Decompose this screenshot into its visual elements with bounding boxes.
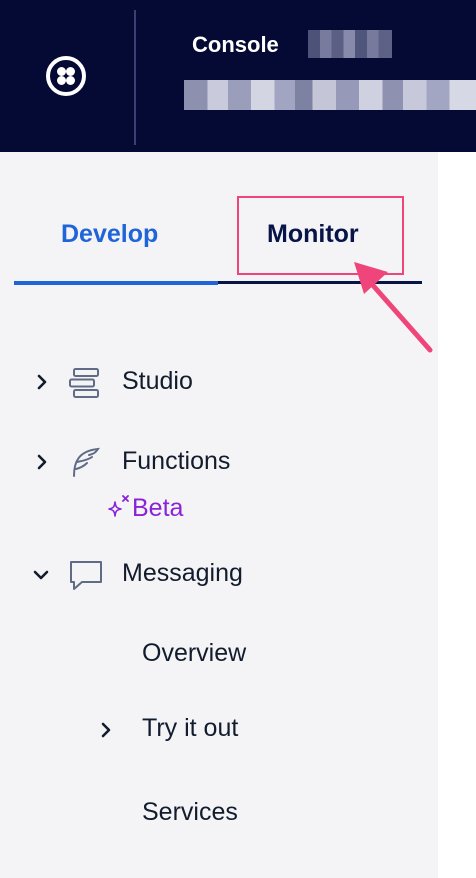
- pointer-arrow-icon: [354, 262, 433, 353]
- beta-label: Beta: [132, 494, 184, 522]
- nav-item-messaging[interactable]: Messaging: [122, 559, 243, 588]
- chevron-down-icon[interactable]: [33, 567, 49, 583]
- twilio-logo-icon[interactable]: [46, 56, 86, 96]
- nav-item-studio[interactable]: Studio: [122, 367, 193, 396]
- sub-item-try-it-out[interactable]: Try it out: [142, 714, 238, 743]
- tab-develop-underline: [14, 281, 218, 285]
- nav-item-functions[interactable]: Functions: [122, 447, 230, 476]
- sub-item-overview[interactable]: Overview: [142, 639, 246, 668]
- top-bar: Console: [0, 0, 476, 152]
- studio-icon: [69, 368, 99, 398]
- console-title[interactable]: Console: [192, 32, 279, 58]
- redacted-account-name: [308, 30, 392, 58]
- tab-develop[interactable]: Develop: [61, 220, 158, 249]
- redacted-account-sid: [184, 80, 476, 110]
- sub-item-services[interactable]: Services: [142, 798, 238, 827]
- chevron-right-icon[interactable]: [98, 722, 114, 738]
- chevron-right-icon[interactable]: [34, 454, 50, 470]
- functions-icon: [73, 447, 100, 477]
- chat-icon: [70, 561, 102, 590]
- sparkle-icon: [108, 495, 129, 517]
- chevron-right-icon[interactable]: [34, 374, 50, 390]
- header-divider: [134, 10, 136, 145]
- beta-badge: Beta: [106, 494, 183, 523]
